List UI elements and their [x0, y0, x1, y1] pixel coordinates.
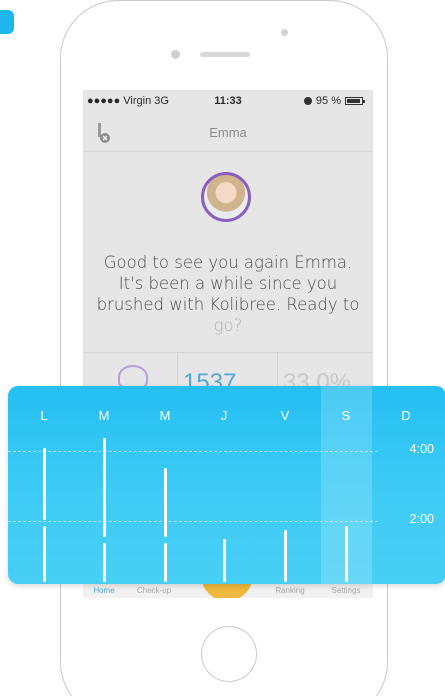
- greeting-message: Good to see you again Emma. It's been a w…: [89, 252, 367, 336]
- greeting-line: brushed with Kolibree. Ready to: [96, 295, 360, 314]
- front-camera: [171, 50, 180, 59]
- day-label: D: [401, 408, 411, 423]
- corner-badge: [0, 10, 14, 34]
- tab-label: Home: [93, 586, 115, 595]
- y-tick-label: 4:00: [409, 442, 434, 456]
- bar-segment-lower: [43, 526, 46, 582]
- day-label: L: [40, 408, 48, 423]
- bar-segment: [43, 448, 46, 521]
- tab-label: Check-up: [136, 586, 172, 595]
- front-sensor: [281, 29, 288, 36]
- day-label: V: [280, 408, 290, 423]
- day-label: J: [220, 408, 228, 423]
- y-tick-label: 2:00: [409, 512, 434, 526]
- home-hardware-button[interactable]: [201, 626, 257, 682]
- avatar[interactable]: [201, 172, 251, 222]
- weekly-brushing-chart: L M M J V S D 4:00 2:00: [8, 386, 445, 584]
- reference-line: [8, 521, 378, 522]
- bar-segment-lower: [103, 542, 106, 582]
- greeting-line: go?: [213, 316, 243, 335]
- battery-icon: [345, 97, 365, 105]
- reference-line: [8, 451, 378, 452]
- day-label: S: [341, 408, 351, 423]
- day-label: M: [159, 408, 171, 423]
- earpiece-speaker: [200, 52, 250, 57]
- bar-segment: [223, 539, 226, 582]
- greeting-line: It's been a while since you: [118, 274, 338, 293]
- bar-segment: [164, 467, 167, 537]
- day-label: M: [98, 408, 110, 423]
- status-bar: ●●●●● Virgin 3G 11:33 95 %: [83, 90, 373, 112]
- bar-segment: [345, 526, 348, 582]
- greeting-line: Good to see you again Emma.: [103, 253, 353, 272]
- battery-percent: 95 %: [315, 95, 341, 107]
- bar-segment: [103, 438, 106, 537]
- bar-segment-lower: [164, 542, 167, 582]
- alarm-icon: [303, 97, 312, 105]
- page-title: Emma: [209, 125, 247, 140]
- tab-label: Ranking: [275, 586, 305, 595]
- battery-status: 95 %: [303, 95, 365, 107]
- bar-segment: [284, 529, 287, 582]
- nav-bar: Emma: [83, 112, 373, 152]
- tab-label: Settings: [331, 586, 361, 595]
